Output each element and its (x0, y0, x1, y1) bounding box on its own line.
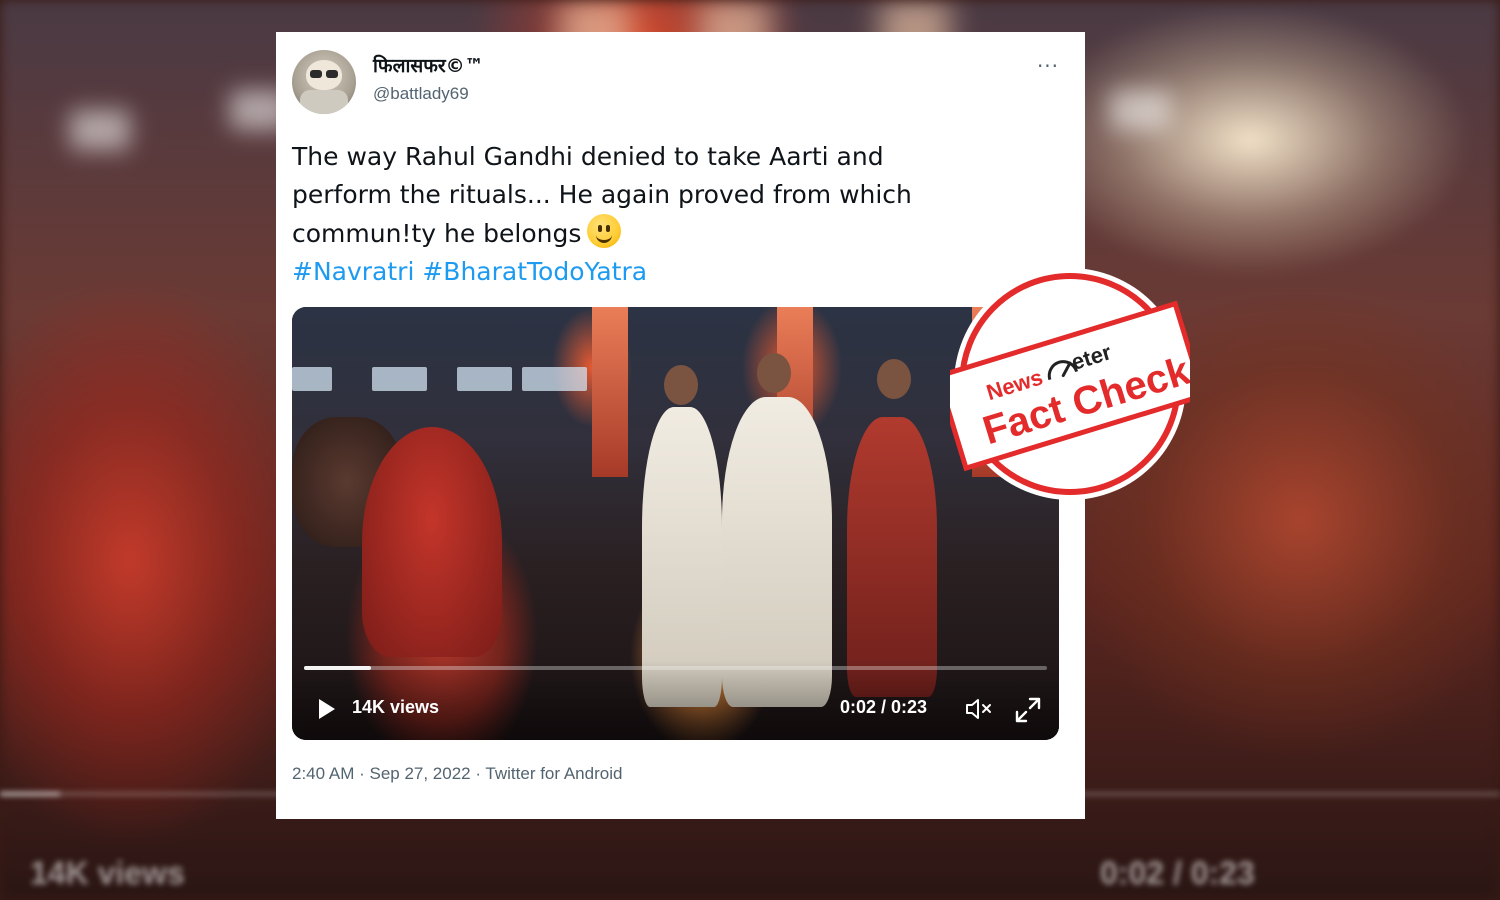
background-video-footer: 14K views 0:02 / 0:23 (0, 792, 1500, 900)
avatar[interactable] (292, 50, 356, 114)
smiley-emoji-icon (587, 214, 622, 248)
bg-light (1110, 90, 1170, 130)
tweet-text-line-content: commun!ty he belongs (292, 219, 582, 248)
tweet-timestamp[interactable]: 2:40 AM · Sep 27, 2022 · Twitter for And… (292, 764, 622, 784)
bg-time: 0:02 / 0:23 (1100, 855, 1255, 891)
hashtag-line: #Navratri #BharatTodoYatra (292, 253, 1052, 291)
mute-icon[interactable] (964, 695, 994, 723)
tweet-text-line: commun!ty he belongs (292, 214, 1052, 253)
display-name[interactable]: फिलासफर©™ (373, 52, 484, 78)
bg-views: 14K views (30, 855, 185, 891)
fullscreen-icon[interactable] (1013, 695, 1043, 725)
video-time: 0:02 / 0:23 (840, 697, 928, 717)
hashtag-bharattodoyatra[interactable]: #BharatTodoYatra (422, 257, 647, 286)
play-icon[interactable] (312, 695, 340, 723)
fact-check-stamp: News eter Fact Check (950, 268, 1190, 500)
tweet-text-line: perform the rituals... He again proved f… (292, 180, 912, 209)
bg-light (70, 110, 130, 150)
hashtag-navratri[interactable]: #Navratri (292, 257, 414, 286)
view-count: 14K views (352, 697, 440, 717)
tweet-text: The way Rahul Gandhi denied to take Aart… (292, 138, 1052, 291)
more-icon[interactable]: ··· (1033, 56, 1063, 80)
user-handle[interactable]: @battlady69 (373, 84, 469, 104)
video-player[interactable]: 14K views 0:02 / 0:23 (292, 307, 1059, 740)
tweet-text-line: The way Rahul Gandhi denied to take Aart… (292, 142, 884, 171)
